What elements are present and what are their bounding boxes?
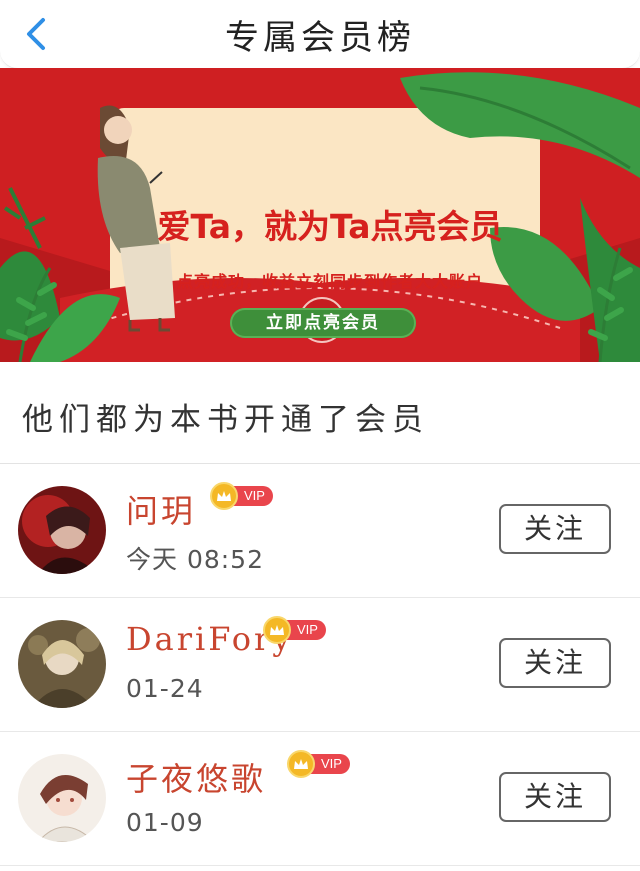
crown-icon xyxy=(210,482,238,510)
join-time: 今天 08:52 xyxy=(126,545,264,574)
follow-button[interactable]: 关注 xyxy=(499,772,611,822)
member-row: 子夜悠歌 VIP 01-09 关注 xyxy=(0,732,640,866)
follow-button[interactable]: 关注 xyxy=(499,504,611,554)
member-row: 问玥 VIP 今天 08:52 关注 xyxy=(0,464,640,598)
follow-button[interactable]: 关注 xyxy=(499,638,611,688)
crown-icon xyxy=(263,616,291,644)
member-name[interactable]: 子夜悠歌 xyxy=(126,754,266,800)
avatar[interactable] xyxy=(18,486,106,574)
section-title: 他们都为本书开通了会员 xyxy=(22,402,429,438)
member-row: DariFory VIP 01-24 关注 xyxy=(0,598,640,732)
page-title: 专属会员榜 xyxy=(225,18,415,58)
light-up-membership-button[interactable]: 立即点亮会员 xyxy=(230,308,416,338)
promo-banner[interactable]: 爱Ta，就为Ta点亮会员 点亮成功，收益立刻同步到作者大大账户 立即点亮会员 xyxy=(0,68,640,362)
join-time: 01-09 xyxy=(126,808,204,837)
top-nav-bar: 专属会员榜 xyxy=(0,0,640,69)
crown-icon xyxy=(287,750,315,778)
join-time: 01-24 xyxy=(126,674,204,703)
member-name[interactable]: 问玥 xyxy=(126,486,196,532)
banner-headline: 爱Ta，就为Ta点亮会员 xyxy=(157,207,503,246)
avatar[interactable] xyxy=(18,620,106,708)
avatar-image xyxy=(18,486,106,574)
avatar-image xyxy=(18,620,106,708)
avatar[interactable] xyxy=(18,754,106,842)
banner-subtitle: 点亮成功，收益立刻同步到作者大大账户 xyxy=(176,272,483,291)
avatar-image xyxy=(18,754,106,842)
